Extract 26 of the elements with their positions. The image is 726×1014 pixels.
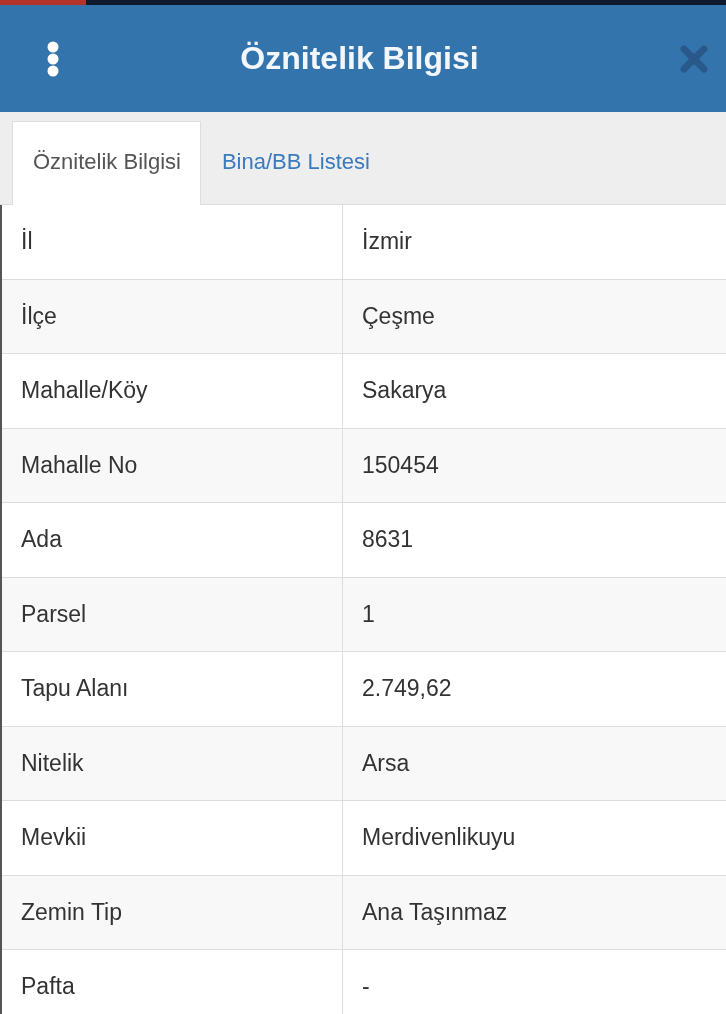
tab[interactable]: Bina/BB Listesi (200, 121, 390, 205)
table-cell: Pafta (2, 950, 343, 1014)
tab[interactable]: Öznitelik Bilgisi (12, 121, 201, 205)
menu-icon[interactable] (47, 40, 59, 77)
dialog-title: Öznitelik Bilgisi (239, 40, 480, 77)
table-cell-text: İzmir (361, 227, 413, 256)
table-cell: İlçe (2, 279, 343, 353)
table-cell-text: 2.749,62 (361, 674, 453, 703)
table-cell: İl (2, 205, 343, 279)
table-cell-text: 150454 (361, 450, 440, 480)
table-cell: Tapu Alanı (2, 652, 343, 726)
table-cell-text: Çeşme (361, 301, 436, 331)
table-cell: Mahalle No (2, 428, 343, 502)
table-cell-text: Arsa (361, 748, 411, 778)
table-cell-text: - (361, 972, 371, 1001)
table-cell-text: Ana Taşınmaz (361, 897, 509, 927)
table-cell: Mahalle/Köy (2, 354, 343, 428)
table-cell: Mevkii (2, 801, 343, 875)
table-cell-text: Sakarya (361, 376, 448, 405)
table-cell: Zemin Tip (2, 875, 343, 949)
table-cell: Parsel (2, 577, 343, 651)
table-cell-text: 8631 (361, 525, 415, 554)
table-cell-text: 1 (361, 599, 376, 629)
table-cell-text: Merdivenlikuyu (361, 823, 517, 852)
table-cell: Nitelik (2, 726, 343, 800)
table-cell: Ada (2, 503, 343, 577)
